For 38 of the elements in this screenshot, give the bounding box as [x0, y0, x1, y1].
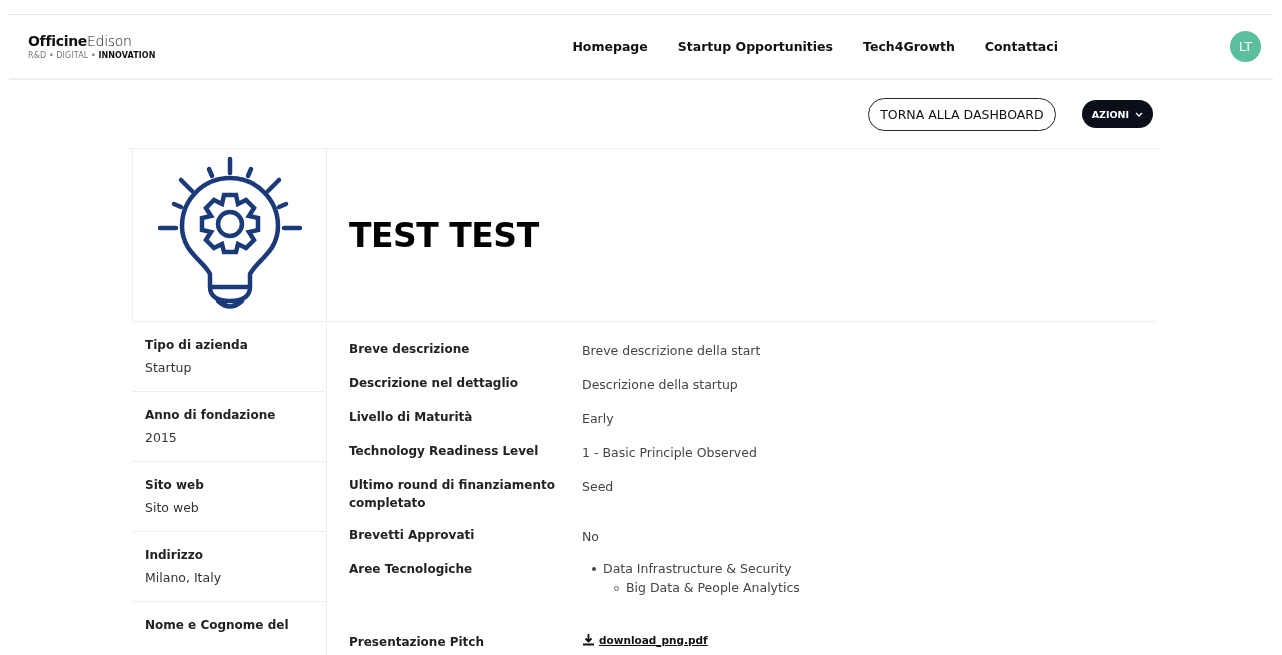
detail-label: Aree Tecnologiche: [349, 561, 474, 578]
field-label: Sito web: [145, 478, 205, 492]
detail-value: Breve descrizione della start: [582, 343, 761, 358]
actions-menu-button[interactable]: AZIONI: [1081, 100, 1153, 128]
field-value: Milano, Italy: [145, 570, 223, 585]
brand-tagline: R&D • DIGITAL • INNOVATION: [28, 51, 156, 60]
field-label: Nome e Cognome del: [145, 618, 290, 632]
back-to-dashboard-button[interactable]: TORNA ALLA DASHBOARD: [868, 98, 1056, 131]
field-value: Sito web: [145, 500, 200, 515]
nav-link[interactable]: Contattaci: [984, 39, 1058, 54]
nav-link[interactable]: Startup Opportunities: [677, 39, 834, 54]
technology-area: Data Infrastructure & Security: [603, 560, 792, 578]
detail-label: Presentazione Pitch: [349, 634, 485, 651]
field-label: Tipo di azienda: [145, 338, 249, 352]
detail-value: No: [582, 529, 599, 544]
brand-logo[interactable]: OfficineEdison: [28, 33, 156, 49]
nav-link[interactable]: Tech4Growth: [863, 39, 955, 54]
field-value: 2015: [145, 430, 178, 445]
bullet-icon: [592, 567, 596, 571]
detail-label: Livello di Maturità: [349, 409, 474, 426]
download-icon: [582, 633, 595, 646]
detail-label: Breve descrizione: [349, 341, 471, 358]
detail-value: 1 - Basic Principle Observed: [582, 445, 757, 460]
nav-link[interactable]: Homepage: [572, 39, 648, 54]
technology-area: Big Data & People Analytics: [626, 579, 800, 597]
download-link[interactable]: download_png.pdf: [582, 633, 708, 646]
field-label: Anno di fondazione: [145, 408, 277, 422]
field-value: Startup: [145, 360, 193, 375]
company-name: TEST TEST: [349, 215, 539, 255]
detail-value: Descrizione della startup: [582, 377, 738, 392]
chevron-down-icon: [1135, 111, 1143, 117]
detail-label: Ultimo round di finanziamento completato: [349, 477, 556, 512]
field-label: Indirizzo: [145, 548, 204, 562]
detail-value: Seed: [582, 479, 614, 494]
detail-value: Early: [582, 411, 614, 426]
detail-label: Technology Readiness Level: [349, 443, 540, 460]
detail-label: Descrizione nel dettaglio: [349, 375, 519, 392]
detail-label: Brevetti Approvati: [349, 527, 476, 544]
